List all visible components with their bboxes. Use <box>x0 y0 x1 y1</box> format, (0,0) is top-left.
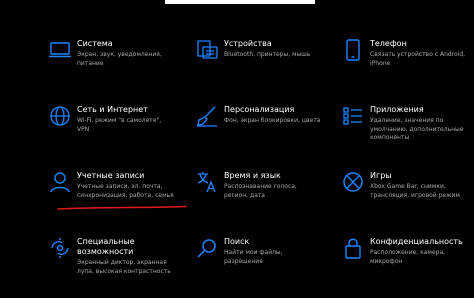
keyboard-printer-icon <box>195 38 219 62</box>
tile-description: Расположение, камера, микрофон <box>370 249 446 265</box>
tile-apps[interactable]: Приложения Удаление, значения по умолчани… <box>341 104 474 166</box>
tile-devices[interactable]: Устройства Bluetooth, принтеры, мышь <box>195 38 345 100</box>
red-underline-annotation <box>57 205 187 210</box>
laptop-icon <box>48 38 72 62</box>
apps-list-icon <box>341 104 365 128</box>
globe-icon <box>48 104 72 128</box>
tile-title: Специальные возможности <box>77 237 135 256</box>
tile-title: Поиск <box>224 237 250 246</box>
phone-icon <box>341 38 365 62</box>
tile-title: Персонализация <box>224 105 295 114</box>
tile-description: Xbox Game Bar, снимки, трансляция, игрово… <box>370 183 460 199</box>
lock-icon <box>341 236 365 260</box>
tile-description: Учетные записи, эл. почта, синхронизация,… <box>77 183 174 199</box>
tile-description: Bluetooth, принтеры, мышь <box>224 51 311 58</box>
xbox-icon <box>341 170 365 194</box>
tile-title: Игры <box>370 171 392 180</box>
tile-title: Сеть и Интернет <box>77 105 148 114</box>
tile-title: Приложения <box>370 105 424 114</box>
tile-phone[interactable]: Телефон Связать устройство с Android, iPh… <box>341 38 474 100</box>
ease-of-access-icon <box>48 236 72 260</box>
tile-title: Устройства <box>224 39 272 48</box>
tile-title: Время и язык <box>224 171 281 180</box>
tile-description: Фон, экран блокировки, цвета <box>224 117 321 124</box>
tile-description: Связать устройство с Android, iPhone <box>370 51 466 67</box>
settings-grid: Система Экран, звук, уведомления, питание… <box>0 0 474 286</box>
tile-accounts[interactable]: Учетные записи Учетные записи, эл. почта… <box>48 170 198 232</box>
person-icon <box>48 170 72 194</box>
tile-description: Удаление, значения по умолчанию, дополнит… <box>370 117 464 142</box>
paintbrush-icon <box>195 104 219 128</box>
tile-description: Экранный диктор, экранная лупа, высокая к… <box>77 259 171 275</box>
tile-ease-of-access[interactable]: Специальные возможности Экранный диктор,… <box>48 236 198 298</box>
tile-description: Найти мои файлы, разрешения <box>224 249 283 265</box>
tile-title: Система <box>77 39 113 48</box>
tile-network[interactable]: Сеть и Интернет Wi-Fi, режим "в самолете… <box>48 104 198 166</box>
tile-time-language[interactable]: Время и язык Распознавание голоса, регион… <box>195 170 345 232</box>
search-icon <box>195 236 219 260</box>
tile-description: Распознавание голоса, регион, дата <box>224 183 297 199</box>
tile-description: Экран, звук, уведомления, питание <box>77 51 162 67</box>
tile-privacy[interactable]: Конфиденциальность Расположение, камера,… <box>341 236 474 298</box>
tile-search[interactable]: Поиск Найти мои файлы, разрешения <box>195 236 345 298</box>
tile-title: Конфиденциальность <box>370 237 463 246</box>
language-icon <box>195 170 219 194</box>
tile-personalization[interactable]: Персонализация Фон, экран блокировки, цв… <box>195 104 345 166</box>
tile-gaming[interactable]: Игры Xbox Game Bar, снимки, трансляция, и… <box>341 170 474 232</box>
tile-system[interactable]: Система Экран, звук, уведомления, питание <box>48 38 198 100</box>
tile-description: Wi-Fi, режим "в самолете", VPN <box>77 117 162 133</box>
tile-title: Телефон <box>370 39 407 48</box>
tile-title: Учетные записи <box>77 171 145 180</box>
